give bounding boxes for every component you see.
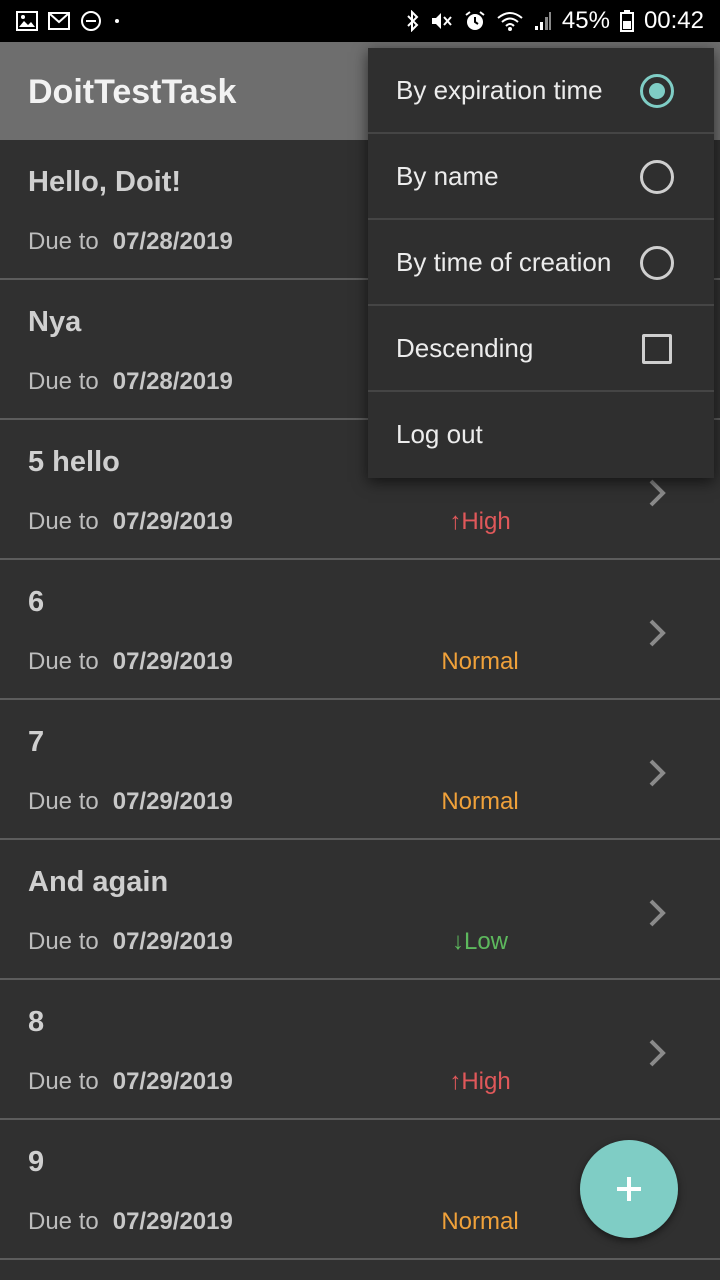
task-title: 8	[28, 1006, 45, 1038]
task-due: Due to 07/29/2019	[28, 648, 233, 676]
status-bar: 45% 00:42	[0, 0, 720, 42]
wifi-icon	[496, 10, 524, 32]
due-date: 07/29/2019	[112, 1208, 233, 1235]
priority-label: Normal	[441, 1208, 519, 1235]
status-right-icons: 45% 00:42	[406, 0, 704, 42]
due-date: 07/28/2019	[112, 368, 233, 395]
task-due: Due to 07/29/2019	[28, 508, 233, 536]
add-task-button[interactable]	[580, 1140, 678, 1238]
task-item[interactable]: And again Due to 07/29/2019 ↓Low	[0, 840, 720, 980]
battery-icon	[619, 10, 634, 32]
radio-button[interactable]	[640, 160, 674, 194]
mute-icon	[430, 10, 454, 32]
due-date: 07/29/2019	[112, 1068, 233, 1095]
task-due: Due to 07/29/2019	[28, 1068, 233, 1096]
signal-icon	[534, 11, 552, 31]
battery-percentage: 45%	[561, 7, 610, 34]
task-due: Due to 07/28/2019	[28, 228, 233, 256]
task-title: Hello, Doit!	[28, 166, 182, 198]
plus-icon	[617, 1177, 641, 1201]
due-label: Due to	[28, 368, 99, 395]
priority-label: ↑High	[449, 1068, 511, 1095]
chevron-right-icon	[649, 479, 666, 507]
menu-item-label: By expiration time	[396, 75, 603, 105]
task-title: 9	[28, 1146, 45, 1178]
due-label: Due to	[28, 508, 99, 535]
priority-label: Normal	[441, 648, 519, 675]
app-title: DoitTestTask	[28, 73, 237, 111]
task-title: 5 hello	[28, 446, 120, 478]
due-label: Due to	[28, 928, 99, 955]
task-item[interactable]: 6 Due to 07/29/2019 Normal	[0, 560, 720, 700]
chevron-right-icon	[649, 759, 666, 787]
options-menu: By expiration time By name By time of cr…	[368, 48, 714, 478]
radio-button-checked[interactable]	[640, 74, 674, 108]
due-date: 07/28/2019	[112, 228, 233, 255]
gallery-icon	[16, 11, 38, 31]
task-title: And again	[28, 866, 169, 898]
menu-item-label: Descending	[396, 333, 534, 363]
alarm-icon	[464, 10, 486, 32]
status-left-icons	[16, 0, 122, 42]
task-title: Nya	[28, 306, 82, 338]
due-label: Due to	[28, 1068, 99, 1095]
menu-item-sort-name[interactable]: By name	[368, 134, 714, 220]
task-title: 7	[28, 726, 45, 758]
task-due: Due to 07/29/2019	[28, 788, 233, 816]
due-date: 07/29/2019	[112, 648, 233, 675]
descending-checkbox[interactable]	[642, 334, 672, 364]
menu-item-label: By name	[396, 161, 499, 191]
status-time: 00:42	[643, 7, 704, 34]
task-due: Due to 07/28/2019	[28, 368, 233, 396]
bluetooth-icon	[406, 10, 420, 32]
due-label: Due to	[28, 1208, 99, 1235]
gmail-icon	[48, 12, 70, 30]
task-item[interactable]: 7 Due to 07/29/2019 Normal	[0, 700, 720, 840]
due-label: Due to	[28, 788, 99, 815]
menu-item-label: Log out	[396, 419, 483, 449]
dot-icon	[112, 16, 122, 26]
priority-label: ↑High	[449, 508, 511, 535]
due-label: Due to	[28, 228, 99, 255]
priority-label: ↓Low	[451, 928, 509, 955]
menu-item-sort-expiration[interactable]: By expiration time	[368, 48, 714, 134]
task-item[interactable]: 8 Due to 07/29/2019 ↑High	[0, 980, 720, 1120]
dnd-icon	[80, 10, 102, 32]
task-due: Due to 07/29/2019	[28, 1208, 233, 1236]
menu-item-label: By time of creation	[396, 247, 612, 277]
chevron-right-icon	[649, 1039, 666, 1067]
due-date: 07/29/2019	[112, 928, 233, 955]
menu-item-sort-creation[interactable]: By time of creation	[368, 220, 714, 306]
task-title: 6	[28, 586, 45, 618]
menu-item-descending[interactable]: Descending	[368, 306, 714, 392]
menu-item-logout[interactable]: Log out	[368, 392, 714, 478]
due-date: 07/29/2019	[112, 788, 233, 815]
priority-label: Normal	[441, 788, 519, 815]
task-due: Due to 07/29/2019	[28, 928, 233, 956]
chevron-right-icon	[649, 619, 666, 647]
due-label: Due to	[28, 648, 99, 675]
due-date: 07/29/2019	[112, 508, 233, 535]
chevron-right-icon	[649, 899, 666, 927]
radio-button[interactable]	[640, 246, 674, 280]
